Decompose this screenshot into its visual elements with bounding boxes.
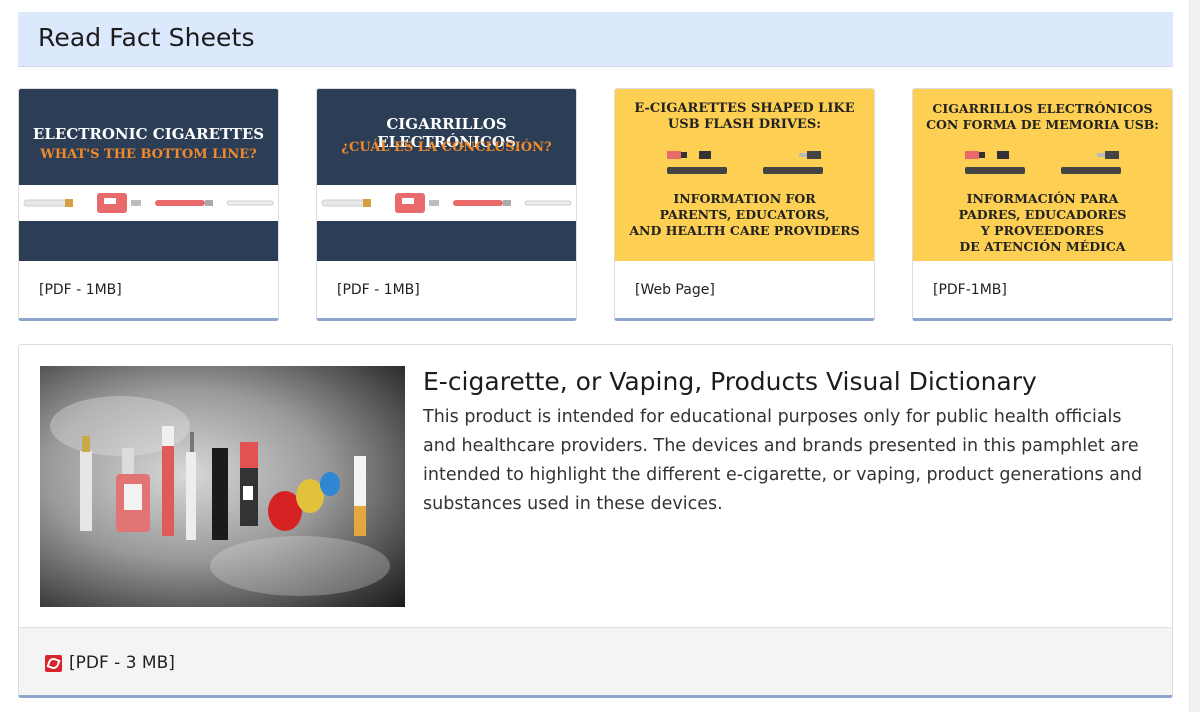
section-header: Read Fact Sheets: [18, 12, 1173, 67]
fact-sheet-thumbnail[interactable]: ELECTRONIC CIGARETTES WHAT'S THE BOTTOM …: [19, 89, 278, 261]
devices-strip: [317, 185, 576, 221]
fact-sheet-thumbnail[interactable]: E-CIGARETTES SHAPED LIKE USB FLASH DRIVE…: [615, 89, 874, 261]
dictionary-description: This product is intended for educational…: [423, 407, 1143, 514]
thumbnail-subtitle-line: PARENTS, EDUCATORS,: [659, 207, 830, 222]
usb-devices-illustration-icon: [965, 151, 1121, 174]
thumbnail-subtitle: INFORMATION FOR PARENTS, EDUCATORS, AND …: [615, 191, 874, 239]
thumbnail-subtitle-line: INFORMATION FOR: [673, 191, 816, 206]
fact-sheet-card-english[interactable]: ELECTRONIC CIGARETTES WHAT'S THE BOTTOM …: [18, 88, 279, 321]
file-info[interactable]: [PDF - 1MB]: [39, 282, 122, 298]
thumbnail-subtitle-line: INFORMACIÓN PARA: [966, 191, 1119, 206]
fact-sheet-card-usb-spanish[interactable]: CIGARRILLOS ELECTRÓNICOS CON FORMA DE ME…: [912, 88, 1173, 321]
fact-sheet-thumbnail[interactable]: CIGARRILLOS ELECTRÓNICOS ¿CUÁL ES LA CON…: [317, 89, 576, 261]
usb-devices-illustration-icon: [667, 151, 823, 174]
thumbnail-title-line: E-CIGARETTES SHAPED LIKE: [634, 101, 855, 116]
thumbnail-title: ELECTRONIC CIGARETTES: [32, 125, 265, 143]
dictionary-footer: [PDF - 3 MB]: [19, 627, 1172, 695]
thumbnail-title-line: CIGARRILLOS ELECTRÓNICOS: [932, 101, 1153, 116]
thumbnail-title-line: CON FORMA DE MEMORIA USB:: [926, 117, 1159, 132]
thumbnail-subtitle: ¿CUÁL ES LA CONCLUSIÓN?: [341, 140, 552, 155]
fact-sheet-card-usb-english[interactable]: E-CIGARETTES SHAPED LIKE USB FLASH DRIVE…: [614, 88, 875, 321]
visual-dictionary-card: E-cigarette, or Vaping, Products Visual …: [18, 344, 1173, 698]
file-info[interactable]: [Web Page]: [635, 282, 715, 298]
thumbnail-subtitle: INFORMACIÓN PARA PADRES, EDUCADORES Y PR…: [913, 191, 1172, 255]
devices-strip: [19, 185, 278, 221]
pdf-icon: [45, 654, 62, 672]
dictionary-title[interactable]: E-cigarette, or Vaping, Products Visual …: [423, 367, 1037, 396]
thumbnail-subtitle-line: PADRES, EDUCADORES: [958, 207, 1127, 222]
thumbnail-subtitle-line: Y PROVEEDORES: [980, 223, 1105, 238]
vaping-devices-illustration-icon: [50, 396, 390, 596]
dictionary-pdf-link[interactable]: [PDF - 3 MB]: [45, 653, 175, 673]
thumbnail-subtitle-line: AND HEALTH CARE PROVIDERS: [629, 223, 860, 238]
thumbnail-subtitle-line: DE ATENCIÓN MÉDICA: [959, 239, 1126, 254]
fact-sheet-thumbnail[interactable]: CIGARRILLOS ELECTRÓNICOS CON FORMA DE ME…: [913, 89, 1172, 261]
file-info[interactable]: [PDF-1MB]: [933, 282, 1007, 298]
devices-illustration-icon: [321, 193, 572, 213]
thumbnail-title: CIGARRILLOS ELECTRÓNICOS CON FORMA DE ME…: [913, 101, 1172, 133]
vaping-devices-photo[interactable]: [40, 366, 405, 607]
devices-illustration-icon: [23, 193, 274, 213]
section-title: Read Fact Sheets: [38, 23, 255, 52]
dictionary-link-label: [PDF - 3 MB]: [69, 653, 175, 673]
scrollbar[interactable]: [1189, 0, 1200, 712]
thumbnail-title: E-CIGARETTES SHAPED LIKE USB FLASH DRIVE…: [615, 101, 874, 133]
fact-sheet-card-spanish[interactable]: CIGARRILLOS ELECTRÓNICOS ¿CUÁL ES LA CON…: [316, 88, 577, 321]
file-info[interactable]: [PDF - 1MB]: [337, 282, 420, 298]
thumbnail-title-line: USB FLASH DRIVES:: [667, 117, 822, 132]
thumbnail-subtitle: WHAT'S THE BOTTOM LINE?: [40, 147, 257, 162]
